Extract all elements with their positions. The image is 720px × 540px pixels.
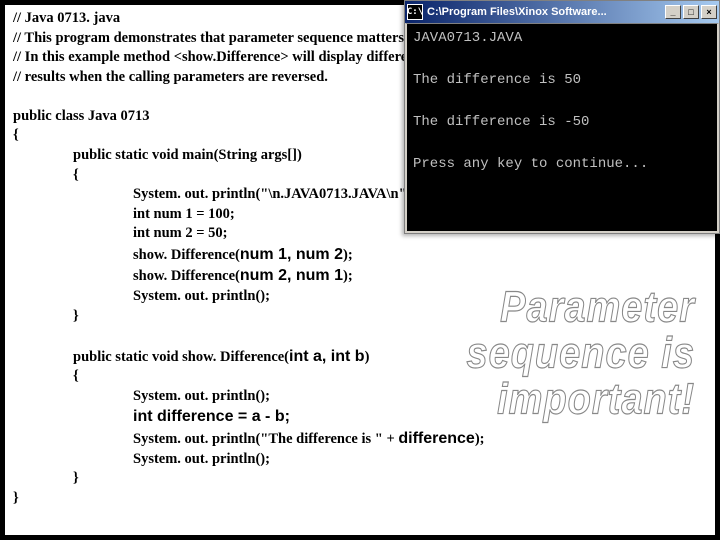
cmd-icon: C:\ [407,4,423,20]
maximize-button[interactable]: □ [683,5,699,19]
brace: } [13,489,707,509]
stmt: System. out. println(); [13,387,707,407]
stmt: System. out. println(); [13,287,707,307]
stmt: System. out. println(); [13,450,707,470]
blank-line [13,326,707,346]
param-emphasis: int a, int b [289,348,365,365]
console-output: JAVA0713.JAVA The difference is 50 The d… [405,23,719,233]
minimize-button[interactable]: _ [665,5,681,19]
stmt: show. Difference(num 1, num 2); [13,244,707,266]
var-emphasis: difference [398,430,474,447]
brace: { [13,367,707,387]
titlebar[interactable]: C:\ C:\Program Files\Xinox Software... _… [405,1,719,23]
stmt-emphasis: int difference = a - b; [13,406,707,428]
window-title: C:\Program Files\Xinox Software... [427,6,665,18]
param-emphasis: num 1, num 2 [240,246,343,263]
stmt: System. out. println("The difference is … [13,428,707,450]
console-window: C:\ C:\Program Files\Xinox Software... _… [404,0,720,234]
stmt: show. Difference(num 2, num 1); [13,265,707,287]
brace: } [13,469,707,489]
brace: } [13,307,707,327]
method-decl: public static void show. Difference(int … [13,346,707,368]
close-button[interactable]: × [701,5,717,19]
param-emphasis: num 2, num 1 [240,267,343,284]
